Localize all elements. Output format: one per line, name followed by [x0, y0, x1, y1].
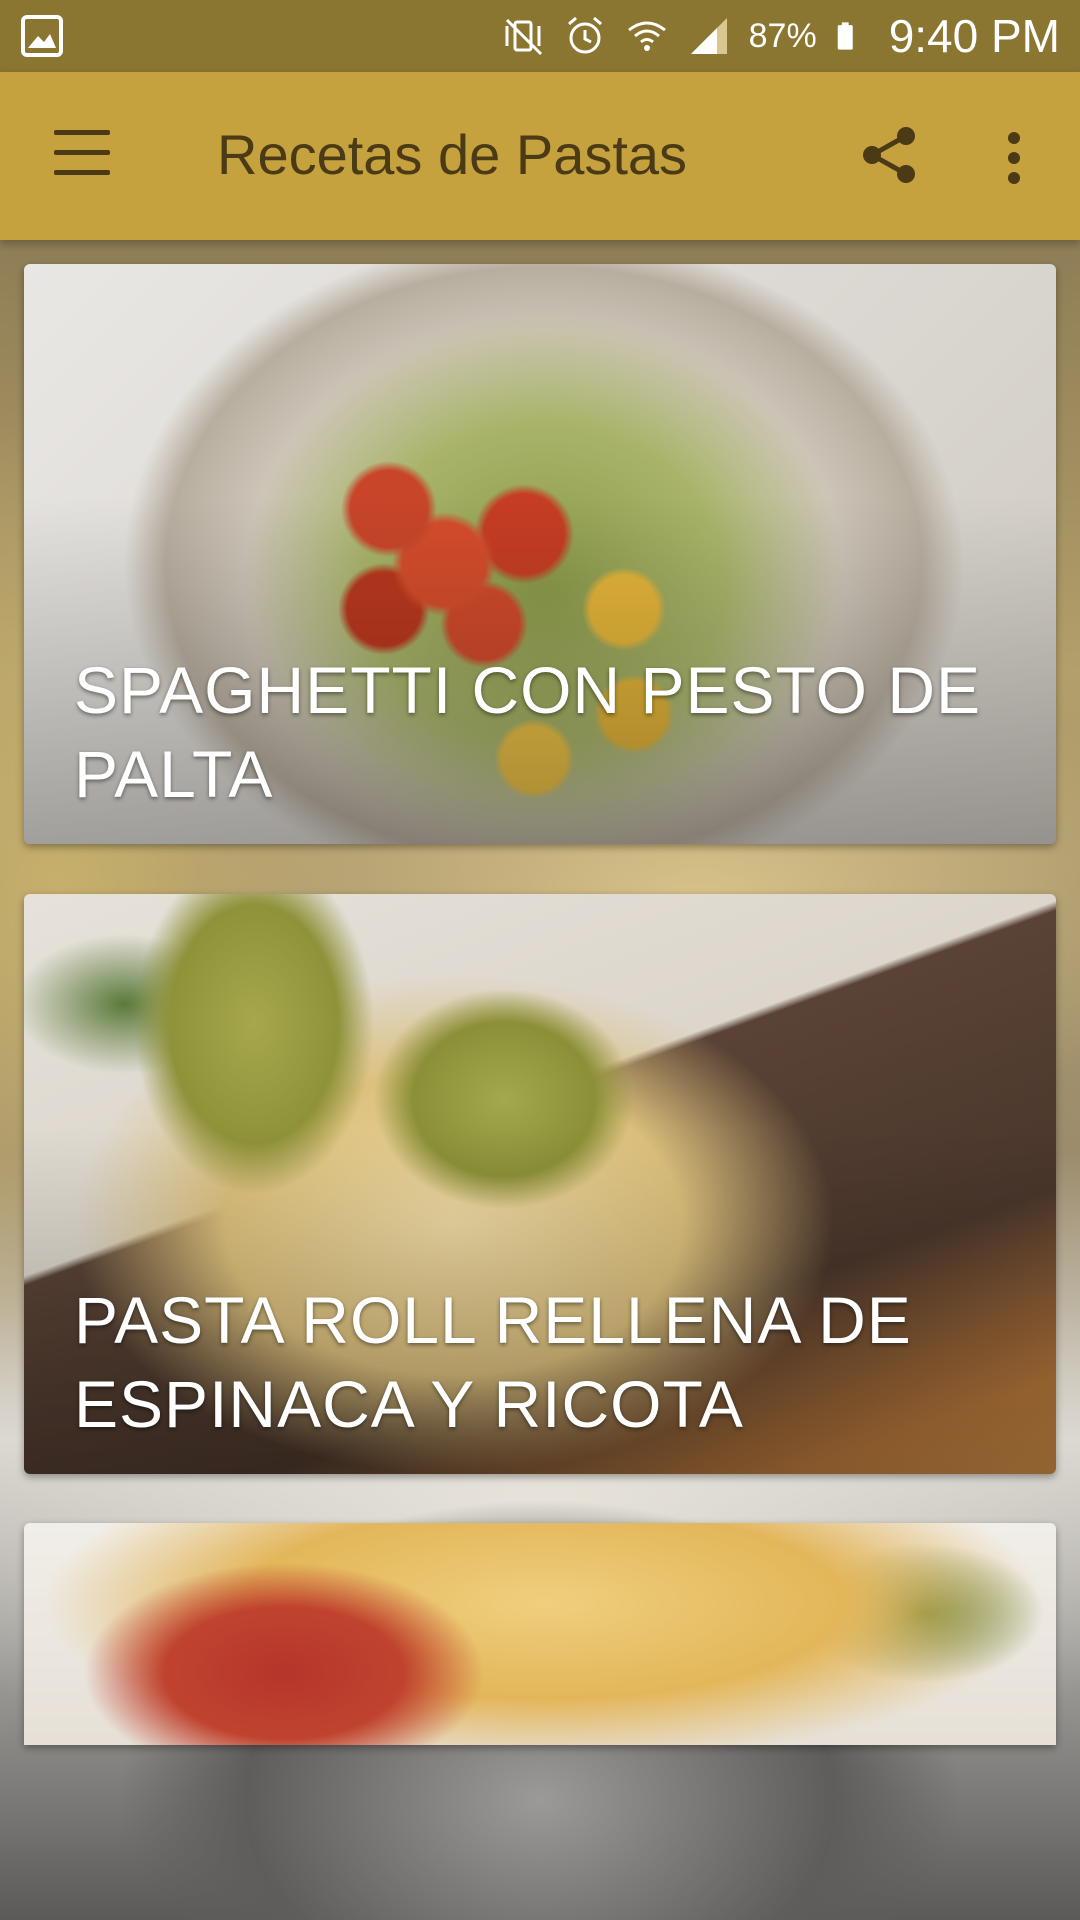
recipe-card[interactable]	[24, 1523, 1056, 1745]
recipe-card[interactable]: PASTA ROLL RELLENA DE ESPINACA Y RICOTA	[24, 894, 1056, 1474]
recipe-title: PASTA ROLL RELLENA DE ESPINACA Y RICOTA	[74, 1283, 912, 1441]
app-bar: Recetas de Pastas	[0, 72, 1080, 240]
battery-icon	[837, 22, 853, 50]
recipe-title: SPAGHETTI CON PESTO DE PALTA	[74, 653, 982, 811]
image-notification-icon	[21, 15, 63, 57]
wifi-icon	[627, 21, 666, 51]
menu-icon[interactable]	[54, 130, 112, 178]
recipe-image	[24, 1523, 1056, 1745]
status-bar: 87% 9:40 PM	[0, 0, 1080, 72]
battery-percentage: 87%	[748, 16, 817, 55]
status-clock: 9:40 PM	[888, 10, 1060, 62]
app-title: Recetas de Pastas	[217, 123, 688, 186]
more-vert-icon[interactable]	[1000, 130, 1028, 186]
share-icon[interactable]	[858, 124, 920, 186]
recipe-card[interactable]: SPAGHETTI CON PESTO DE PALTA	[24, 264, 1056, 844]
alarm-icon	[567, 16, 602, 54]
vibrate-mute-icon	[505, 18, 542, 56]
signal-icon	[690, 18, 727, 54]
